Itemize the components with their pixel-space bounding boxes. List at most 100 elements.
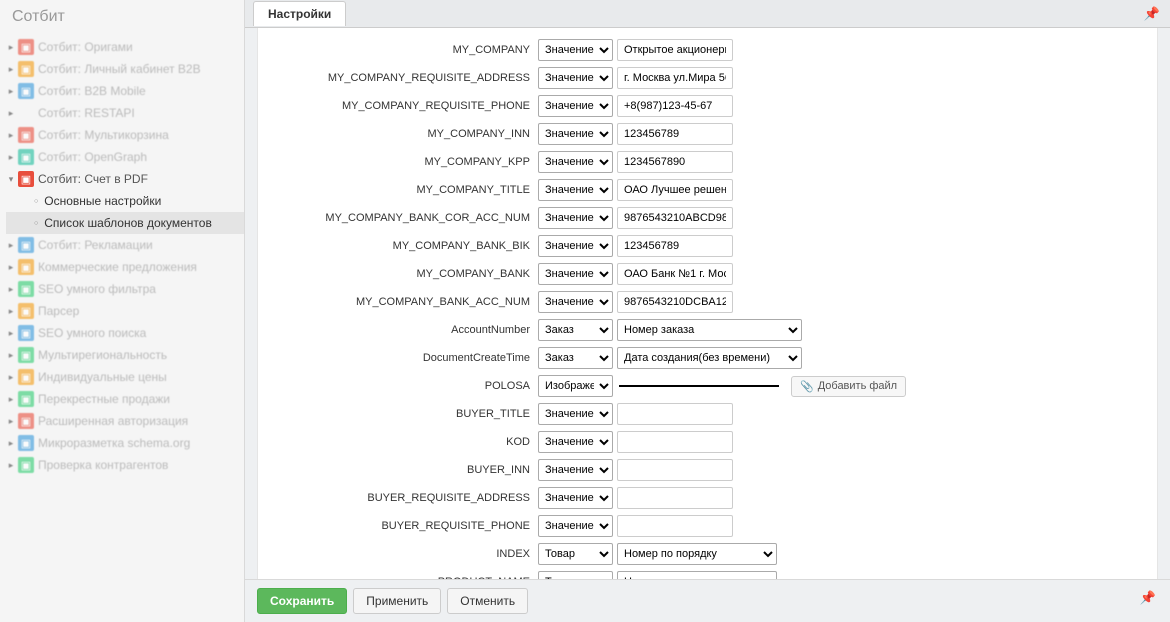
option-select[interactable]: Название: [617, 571, 777, 579]
sidebar-item[interactable]: ▣Микроразметка schema.org: [6, 432, 244, 454]
form-row: MY_COMPANYЗначение: [258, 38, 1137, 62]
tree-arrow-icon: [6, 394, 16, 405]
type-select[interactable]: Значение: [538, 95, 613, 117]
form-row: MY_COMPANY_REQUISITE_PHONEЗначение: [258, 94, 1137, 118]
tree-arrow-icon: [6, 460, 16, 471]
value-input[interactable]: [617, 123, 733, 145]
sidebar-item-label: Сотбит: Личный кабинет B2B: [38, 62, 201, 76]
tab-settings[interactable]: Настройки: [253, 1, 346, 26]
type-select[interactable]: Заказ: [538, 347, 613, 369]
sidebar-subitem[interactable]: Основные настройки: [34, 190, 244, 212]
type-select[interactable]: Значение: [538, 291, 613, 313]
value-input[interactable]: [617, 403, 733, 425]
option-select[interactable]: Дата создания(без времени): [617, 347, 802, 369]
type-select[interactable]: Значение: [538, 235, 613, 257]
field-label: BUYER_REQUISITE_ADDRESS: [258, 492, 538, 504]
form-row: MY_COMPANY_INNЗначение: [258, 122, 1137, 146]
type-select[interactable]: Товар: [538, 571, 613, 579]
value-input[interactable]: [617, 151, 733, 173]
add-file-label: Добавить файл: [818, 380, 897, 392]
sidebar-title: Сотбит: [0, 0, 244, 36]
sidebar-item[interactable]: ▣Парсер: [6, 300, 244, 322]
option-select[interactable]: Номер заказа: [617, 319, 802, 341]
value-input[interactable]: [617, 431, 733, 453]
type-select[interactable]: Значение: [538, 487, 613, 509]
type-select[interactable]: Изображение: [538, 375, 613, 397]
apply-button[interactable]: Применить: [353, 588, 441, 614]
value-input[interactable]: [617, 207, 733, 229]
sidebar-item[interactable]: ▣Перекрестные продажи: [6, 388, 244, 410]
form-row: BUYER_INNЗначение: [258, 458, 1137, 482]
form-row: PRODUCT_NAMEТоварНазвание: [258, 570, 1137, 579]
value-input[interactable]: [617, 515, 733, 537]
sidebar-item-label: Сотбит: OpenGraph: [38, 150, 147, 164]
sidebar: Сотбит ▣Сотбит: Оригами ▣ Сотбит: Личный к…: [0, 0, 245, 622]
sidebar-item[interactable]: ▣Проверка контрагентов: [6, 454, 244, 476]
type-select[interactable]: Значение: [538, 179, 613, 201]
type-select[interactable]: Товар: [538, 543, 613, 565]
option-select[interactable]: Номер по порядку: [617, 543, 777, 565]
module-icon: ▣: [18, 281, 34, 297]
type-select[interactable]: Значение: [538, 123, 613, 145]
pin-icon[interactable]: 📌: [1140, 590, 1156, 606]
sidebar-tree: ▣Сотбит: Оригами ▣ Сотбит: Личный кабинет …: [0, 36, 244, 476]
field-label: INDEX: [258, 548, 538, 560]
type-select[interactable]: Значение: [538, 207, 613, 229]
type-select[interactable]: Значение: [538, 403, 613, 425]
type-select[interactable]: Заказ: [538, 319, 613, 341]
type-select[interactable]: Значение: [538, 151, 613, 173]
module-icon: ▣: [18, 61, 34, 77]
tree-arrow-icon: [6, 130, 16, 141]
type-select[interactable]: Значение: [538, 459, 613, 481]
sidebar-item[interactable]: ▣ Сотбит: Личный кабинет B2B: [6, 58, 244, 80]
value-input[interactable]: [617, 95, 733, 117]
main-area: Настройки 📌 MY_COMPANYЗначениеMY_COMPANY…: [245, 0, 1170, 622]
sidebar-item[interactable]: ▣Расширенная авторизация: [6, 410, 244, 432]
tree-arrow-icon: [6, 306, 16, 317]
form-row: BUYER_REQUISITE_ADDRESSЗначение: [258, 486, 1137, 510]
field-label: MY_COMPANY_REQUISITE_ADDRESS: [258, 72, 538, 84]
sidebar-item[interactable]: ▣Индивидуальные цены: [6, 366, 244, 388]
sidebar-item[interactable]: ▣SEO умного поиска: [6, 322, 244, 344]
type-select[interactable]: Значение: [538, 67, 613, 89]
type-select[interactable]: Значение: [538, 515, 613, 537]
field-label: AccountNumber: [258, 324, 538, 336]
sidebar-item[interactable]: ▣ Сотбит: OpenGraph: [6, 146, 244, 168]
type-select[interactable]: Значение: [538, 431, 613, 453]
tree-arrow-icon: [6, 284, 16, 295]
sidebar-item[interactable]: ▣Мультирегиональность: [6, 344, 244, 366]
sidebar-item-label: SEO умного поиска: [38, 326, 146, 340]
field-label: KOD: [258, 436, 538, 448]
sidebar-item[interactable]: Сотбит: RESTAPI: [6, 102, 244, 124]
image-preview-line: [619, 385, 779, 387]
value-input[interactable]: [617, 179, 733, 201]
value-input[interactable]: [617, 487, 733, 509]
sidebar-subitem[interactable]: Список шаблонов документов: [6, 212, 244, 234]
type-select[interactable]: Значение: [538, 263, 613, 285]
sidebar-item-label: SEO умного фильтра: [38, 282, 156, 296]
value-input[interactable]: [617, 67, 733, 89]
tree-arrow-icon: [6, 108, 16, 119]
sidebar-item[interactable]: ▣Коммерческие предложения: [6, 256, 244, 278]
sidebar-item[interactable]: ▣Сотбит: Мультикорзина: [6, 124, 244, 146]
value-input[interactable]: [617, 235, 733, 257]
save-button[interactable]: Сохранить: [257, 588, 347, 614]
value-input[interactable]: [617, 263, 733, 285]
sidebar-item[interactable]: ▣Сотбит: Счет в PDF: [6, 168, 244, 190]
form-row: MY_COMPANY_BANK_COR_ACC_NUMЗначение: [258, 206, 1137, 230]
sidebar-item[interactable]: ▣Сотбит: B2B Mobile: [6, 80, 244, 102]
value-input[interactable]: [617, 291, 733, 313]
module-icon: ▣: [18, 83, 34, 99]
value-input[interactable]: [617, 39, 733, 61]
module-icon: ▣: [18, 149, 34, 165]
field-label: MY_COMPANY: [258, 44, 538, 56]
value-input[interactable]: [617, 459, 733, 481]
pin-icon[interactable]: 📌: [1144, 6, 1160, 22]
cancel-button[interactable]: Отменить: [447, 588, 528, 614]
type-select[interactable]: Значение: [538, 39, 613, 61]
sidebar-item[interactable]: ▣Сотбит: Оригами: [6, 36, 244, 58]
sidebar-item[interactable]: ▣ SEO умного фильтра: [6, 278, 244, 300]
add-file-button[interactable]: 📎Добавить файл: [791, 376, 906, 397]
form-row: BUYER_REQUISITE_PHONEЗначение: [258, 514, 1137, 538]
sidebar-item[interactable]: ▣Сотбит: Рекламации: [6, 234, 244, 256]
